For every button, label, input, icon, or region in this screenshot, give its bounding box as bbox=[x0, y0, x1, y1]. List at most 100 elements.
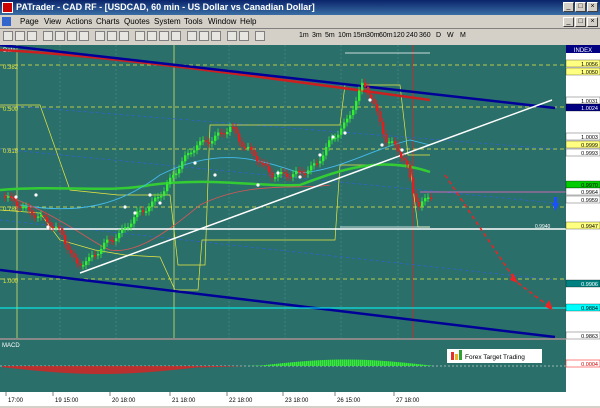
menu-quotes[interactable]: Quotes bbox=[124, 17, 150, 26]
macd-bar bbox=[144, 366, 146, 372]
macd-bar bbox=[418, 364, 420, 366]
copy-icon[interactable] bbox=[67, 31, 77, 41]
tf-360[interactable]: 360 bbox=[419, 32, 431, 39]
panel-divider[interactable] bbox=[0, 338, 566, 340]
tf-240[interactable]: 240 bbox=[406, 32, 418, 39]
signal-dot bbox=[133, 211, 136, 214]
candle-body bbox=[334, 138, 336, 140]
close-button[interactable]: × bbox=[587, 2, 598, 12]
candle-body bbox=[250, 147, 252, 150]
candle-body bbox=[388, 142, 390, 144]
candle-body bbox=[358, 90, 360, 101]
tf-m[interactable]: M bbox=[460, 32, 466, 39]
tf-120[interactable]: 120 bbox=[393, 32, 405, 39]
new-chart-icon[interactable] bbox=[3, 31, 13, 41]
maximize-button[interactable]: □ bbox=[575, 2, 586, 12]
open-icon[interactable] bbox=[15, 31, 25, 41]
candle-body bbox=[163, 191, 165, 196]
price-tag-label: 0.9906 bbox=[581, 282, 598, 288]
tf-d[interactable]: D bbox=[436, 32, 441, 39]
macd-bar bbox=[112, 366, 114, 374]
signal-dot bbox=[14, 195, 17, 198]
candle-body bbox=[400, 152, 402, 158]
macd-bar bbox=[140, 366, 142, 373]
macd-bar bbox=[190, 366, 192, 368]
menu-view[interactable]: View bbox=[44, 17, 61, 26]
macd-bar bbox=[120, 366, 122, 374]
menu-charts[interactable]: Charts bbox=[96, 17, 120, 26]
candle-body bbox=[292, 174, 294, 177]
candle-body bbox=[73, 253, 75, 258]
macd-bar bbox=[196, 366, 198, 367]
minimize-button[interactable]: _ bbox=[563, 2, 574, 12]
macd-bar bbox=[52, 366, 54, 372]
tf-1m[interactable]: 1m bbox=[299, 32, 309, 39]
macd-bar bbox=[74, 366, 76, 373]
link-icon[interactable] bbox=[255, 31, 265, 41]
doc-minimize-button[interactable]: _ bbox=[563, 17, 574, 27]
fib-tool-icon[interactable] bbox=[159, 31, 169, 41]
tf-10m[interactable]: 10m bbox=[338, 32, 352, 39]
settings-icon[interactable] bbox=[239, 31, 249, 41]
grid-icon[interactable] bbox=[211, 31, 221, 41]
macd-bar bbox=[264, 365, 266, 366]
save-icon[interactable] bbox=[27, 31, 37, 41]
menu-tools[interactable]: Tools bbox=[184, 17, 203, 26]
down-arrow-stem bbox=[554, 197, 557, 203]
candle-body bbox=[172, 175, 174, 178]
line-tool-icon[interactable] bbox=[135, 31, 145, 41]
chart-area[interactable]: INDEX Data 0.382 0.500 0.618 0.786 1.000 bbox=[0, 45, 600, 406]
macd-bar bbox=[162, 366, 164, 371]
candle-body bbox=[160, 196, 162, 198]
macd-bar bbox=[408, 363, 410, 366]
candle-body bbox=[208, 142, 210, 144]
candle-body bbox=[214, 136, 216, 141]
menu-page[interactable]: Page bbox=[20, 17, 39, 26]
tf-30m[interactable]: 30m bbox=[366, 32, 380, 39]
paste-icon[interactable] bbox=[79, 31, 89, 41]
candle-body bbox=[52, 226, 54, 228]
macd-bar bbox=[346, 360, 348, 366]
crosshair-icon[interactable] bbox=[119, 31, 129, 41]
watermark-text: Forex Target Trading bbox=[465, 354, 525, 361]
macd-bar bbox=[200, 366, 202, 368]
tf-w[interactable]: W bbox=[447, 32, 454, 39]
refresh-icon[interactable] bbox=[227, 31, 237, 41]
macd-bar bbox=[124, 366, 126, 374]
tf-3m[interactable]: 3m bbox=[312, 32, 322, 39]
macd-bar bbox=[198, 366, 200, 367]
macd-bar bbox=[360, 360, 362, 366]
channel-tool-icon[interactable] bbox=[147, 31, 157, 41]
menu-help[interactable]: Help bbox=[240, 17, 256, 26]
menu-system[interactable]: System bbox=[154, 17, 181, 26]
candle-body bbox=[379, 111, 381, 122]
tf-15m[interactable]: 15m bbox=[353, 32, 367, 39]
cut-icon[interactable] bbox=[55, 31, 65, 41]
print-icon[interactable] bbox=[43, 31, 53, 41]
candle-body bbox=[88, 257, 90, 261]
macd-bar bbox=[164, 366, 166, 371]
candle-body bbox=[385, 134, 387, 143]
macd-bar bbox=[14, 366, 16, 369]
time-label: 26 15:00 bbox=[337, 398, 361, 404]
candle-body bbox=[328, 140, 330, 147]
signal-dot bbox=[400, 148, 403, 151]
doc-close-button[interactable]: × bbox=[587, 17, 598, 27]
tf-60m[interactable]: 60m bbox=[379, 32, 393, 39]
template-icon[interactable] bbox=[199, 31, 209, 41]
zoom-out-icon[interactable] bbox=[107, 31, 117, 41]
zoom-in-icon[interactable] bbox=[95, 31, 105, 41]
macd-bar bbox=[58, 366, 60, 373]
menu-window[interactable]: Window bbox=[208, 17, 236, 26]
tf-5m[interactable]: 5m bbox=[325, 32, 335, 39]
menu-actions[interactable]: Actions bbox=[66, 17, 92, 26]
doc-restore-button[interactable]: □ bbox=[575, 17, 586, 27]
candle-body bbox=[193, 150, 195, 152]
candle-body bbox=[283, 172, 285, 174]
window-title: PATrader - CAD RF - [USDCAD, 60 min - US… bbox=[16, 2, 315, 12]
macd-bar bbox=[206, 366, 208, 367]
text-tool-icon[interactable] bbox=[171, 31, 181, 41]
indicator-icon[interactable] bbox=[187, 31, 197, 41]
candle-body bbox=[310, 166, 312, 171]
macd-bar bbox=[80, 366, 82, 374]
